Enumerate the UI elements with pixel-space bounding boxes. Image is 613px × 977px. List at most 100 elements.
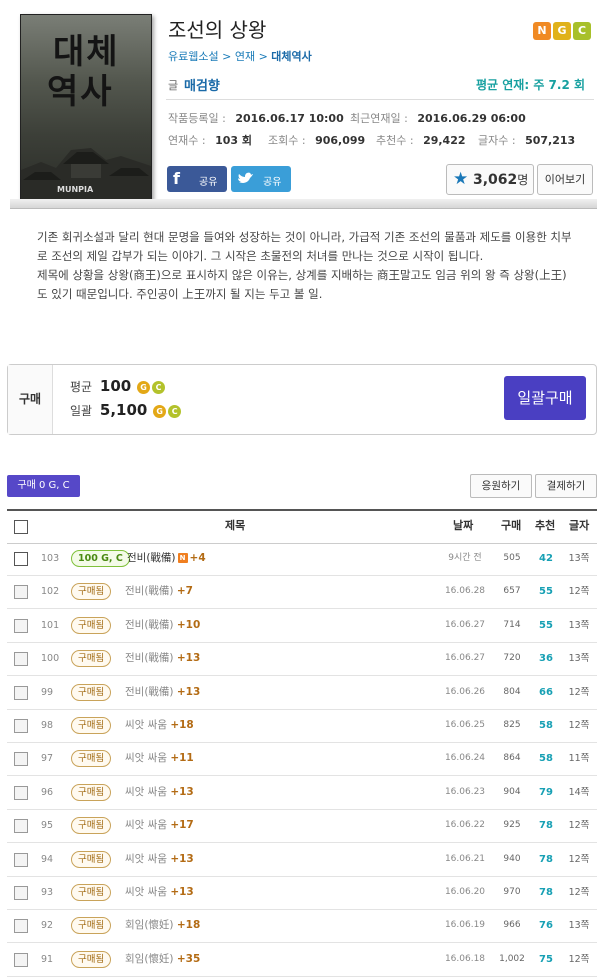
episode-row[interactable]: 100 구매됨 전비(戰備) +13 16.06.27 720 36 13쪽 (7, 642, 597, 677)
episode-number: 101 (41, 619, 60, 631)
twitter-share-label: 공유 (263, 177, 282, 188)
synopsis: 기존 회귀소설과 달리 현대 문명을 들여와 성장하는 것이 아니라, 가급적 … (37, 228, 572, 304)
price-tag: 100 G, C (71, 550, 130, 567)
breadcrumb-serial[interactable]: 연재 (235, 50, 255, 63)
views-label: 조회수 : (268, 134, 306, 147)
episode-title-cell[interactable]: 씨앗 싸움 +13 (125, 876, 194, 909)
episode-row[interactable]: 99 구매됨 전비(戰備) +13 16.06.26 804 66 12쪽 (7, 676, 597, 710)
episode-title[interactable]: 전비(戰備) (125, 652, 174, 664)
latest-label: 최근연재일 : (350, 112, 408, 125)
episode-length: 12쪽 (568, 853, 590, 865)
episode-title[interactable]: 전비(戰備) (125, 619, 174, 631)
support-button[interactable]: 응원하기 (470, 474, 532, 498)
episode-row[interactable]: 94 구매됨 씨앗 싸움 +13 16.06.21 940 78 12쪽 (7, 843, 597, 877)
episode-title-cell[interactable]: 전비(戰備) N +4 (127, 542, 206, 575)
breadcrumb-paid-novel[interactable]: 유료웹소설 (168, 50, 219, 63)
row-checkbox[interactable] (14, 819, 28, 834)
episode-buy-count: 925 (503, 820, 521, 831)
episode-title-cell[interactable]: 전비(戰備) +13 (125, 676, 200, 709)
episode-title[interactable]: 씨앗 싸움 (125, 752, 167, 764)
episode-title[interactable]: 전비(戰備) (125, 585, 174, 597)
row-checkbox[interactable] (14, 719, 28, 733)
badge-n: N (533, 22, 551, 40)
episode-title-cell[interactable]: 전비(戰備) +7 (125, 575, 193, 608)
episode-length: 14쪽 (568, 786, 590, 798)
episode-title-cell[interactable]: 씨앗 싸움 +13 (125, 843, 194, 876)
episode-date: 16.06.24 (444, 753, 486, 764)
episode-title-cell[interactable]: 전비(戰備) +13 (125, 642, 200, 675)
purchased-tag: 구매됨 (71, 884, 112, 901)
row-checkbox[interactable] (14, 785, 28, 800)
episode-row[interactable]: 93 구매됨 씨앗 싸움 +13 16.06.20 970 78 12쪽 (7, 876, 597, 910)
book-cover[interactable]: 대체 역사 MUNPIA (20, 14, 152, 201)
episode-title-cell[interactable]: 씨앗 싸움 +17 (125, 809, 194, 842)
bulk-price-row: 일괄 5,100 GC (70, 401, 182, 419)
header-buy: 구매 (501, 519, 522, 532)
episode-title-cell[interactable]: 회임(懷妊) +18 (125, 909, 200, 942)
continue-reading-button[interactable]: 이어보기 (537, 164, 593, 195)
checkout-button[interactable]: 결제하기 (535, 474, 597, 498)
episode-title[interactable]: 전비(戰備) (125, 686, 174, 698)
episode-row[interactable]: 98 구매됨 씨앗 싸움 +18 16.06.25 825 58 12쪽 (7, 709, 597, 743)
row-checkbox[interactable] (14, 919, 28, 934)
breadcrumb-sep: > (218, 50, 235, 63)
episode-date: 16.06.19 (444, 920, 486, 931)
episode-title-cell[interactable]: 씨앗 싸움 +18 (125, 709, 194, 742)
episode-number: 93 (41, 887, 54, 898)
row-checkbox[interactable] (14, 752, 28, 767)
row-checkbox[interactable] (14, 585, 28, 600)
twitter-share-button[interactable]: 공유 (231, 166, 291, 192)
recommend-button[interactable]: ★ 3,062명 (446, 164, 534, 195)
episode-title[interactable]: 씨앗 싸움 (125, 853, 167, 865)
comment-count: +11 (170, 752, 194, 765)
episode-title-cell[interactable]: 씨앗 싸움 +13 (125, 776, 194, 809)
facebook-share-button[interactable]: f 공유 (167, 166, 227, 192)
latest-value: 2016.06.29 06:00 (417, 112, 526, 125)
episode-title-cell[interactable]: 회임(懷妊) +35 (125, 943, 200, 976)
episode-title-cell[interactable]: 씨앗 싸움 +11 (125, 742, 194, 775)
episode-title[interactable]: 씨앗 싸움 (125, 819, 167, 831)
episode-title[interactable]: 전비(戰備) (127, 552, 176, 564)
episode-title[interactable]: 씨앗 싸움 (125, 786, 167, 798)
purchase-box: 구매 평균 100 GC 일괄 5,100 GC 일괄구매 (7, 364, 597, 435)
row-checkbox[interactable] (14, 618, 28, 633)
selected-buy-button[interactable]: 구매 0 G, C (7, 475, 80, 497)
cover-title-line2: 역사 (47, 72, 114, 112)
episode-title[interactable]: 회임(懷妊) (125, 919, 174, 931)
episode-buy-count: 904 (503, 786, 521, 797)
select-all-checkbox[interactable] (14, 520, 28, 534)
episode-title[interactable]: 회임(懷妊) (125, 953, 174, 965)
row-checkbox[interactable] (14, 652, 28, 667)
author-name[interactable]: 매검향 (184, 75, 220, 94)
breadcrumb-genre[interactable]: 대체역사 (271, 50, 311, 63)
row-checkbox[interactable] (14, 685, 28, 700)
episode-row[interactable]: 102 구매됨 전비(戰備) +7 16.06.28 657 55 12쪽 (7, 575, 597, 610)
synopsis-paragraph-2: 제목에 상황을 상왕(商王)으로 표시하지 않은 이유는, 상계를 지배하는 商… (37, 268, 567, 301)
episode-rec-count: 55 (539, 586, 553, 598)
episode-row[interactable]: 91 구매됨 회임(懷妊) +35 16.06.18 1,002 75 12쪽 (7, 943, 597, 977)
episode-date: 16.06.27 (444, 619, 486, 630)
comment-count: +4 (189, 552, 206, 564)
row-checkbox[interactable] (14, 852, 28, 867)
episode-row[interactable]: 101 구매됨 전비(戰備) +10 16.06.27 714 55 13쪽 (7, 609, 597, 643)
episode-rec-count: 79 (539, 786, 553, 798)
episodes-value: 103 회 (215, 134, 252, 147)
episode-title-cell[interactable]: 전비(戰備) +10 (125, 609, 200, 642)
row-checkbox[interactable] (14, 886, 28, 900)
episode-title[interactable]: 씨앗 싸움 (125, 719, 167, 731)
row-checkbox[interactable] (14, 552, 28, 566)
bulk-purchase-button[interactable]: 일괄구매 (504, 376, 586, 420)
row-checkbox[interactable] (14, 952, 28, 967)
episode-title[interactable]: 씨앗 싸움 (125, 886, 167, 898)
recommend-count-value: 3,062 (473, 172, 518, 188)
episode-row[interactable]: 96 구매됨 씨앗 싸움 +13 16.06.23 904 79 14쪽 (7, 776, 597, 810)
header-rec: 추천 (535, 519, 556, 532)
episode-row[interactable]: 103 100 G, C 전비(戰備) N +4 9시간 전 505 42 13쪽 (7, 542, 597, 576)
episode-row[interactable]: 95 구매됨 씨앗 싸움 +17 16.06.22 925 78 12쪽 (7, 809, 597, 844)
episode-row[interactable]: 92 구매됨 회임(懷妊) +18 16.06.19 966 76 13쪽 (7, 909, 597, 944)
purchased-tag: 구매됨 (71, 583, 112, 601)
episode-date: 16.06.23 (444, 786, 486, 797)
episode-rec-count: 58 (539, 753, 553, 765)
comment-count: +13 (170, 886, 194, 898)
episode-row[interactable]: 97 구매됨 씨앗 싸움 +11 16.06.24 864 58 11쪽 (7, 742, 597, 777)
